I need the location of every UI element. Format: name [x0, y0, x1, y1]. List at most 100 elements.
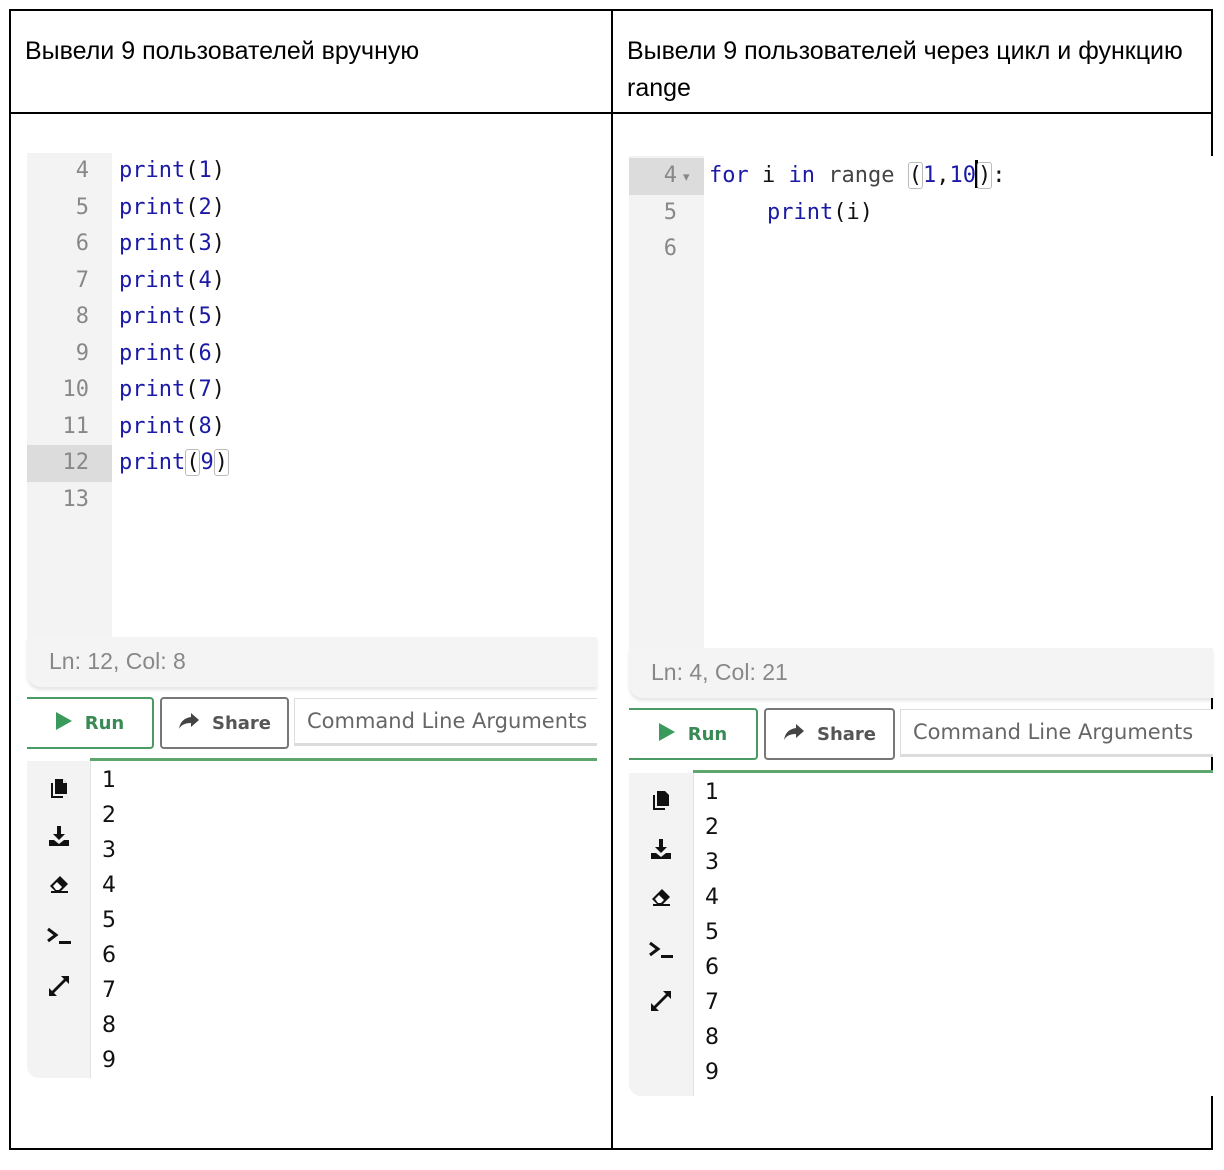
- eraser-icon[interactable]: [648, 884, 674, 910]
- code-line: 10 print(7): [27, 372, 597, 409]
- terminal-icon[interactable]: [46, 923, 72, 949]
- code-text: print(5): [119, 304, 225, 329]
- console-toolbar: [629, 773, 694, 1096]
- colon: :: [992, 163, 1006, 188]
- line-number: 5: [75, 194, 89, 220]
- copy-icon[interactable]: [46, 775, 72, 801]
- line-number: 13: [62, 486, 90, 512]
- code-text: print(i): [767, 199, 873, 225]
- function-arg: 1: [198, 158, 212, 183]
- expand-icon[interactable]: [648, 988, 674, 1014]
- output-line: 5: [705, 920, 719, 945]
- command-line-arguments-input[interactable]: Command Line Arguments: [294, 698, 597, 746]
- function-name: print: [119, 231, 186, 256]
- expand-icon[interactable]: [46, 973, 72, 999]
- left-output-console: 1 2 3 4 5 6 7 8 9: [27, 761, 597, 1078]
- function-arg: 6: [198, 340, 212, 366]
- function-name: print: [119, 304, 186, 329]
- code-text: print(6): [119, 340, 225, 366]
- output-line: 6: [102, 943, 116, 968]
- code-line: 5 print(2): [27, 190, 597, 227]
- line-number: 5: [663, 199, 677, 225]
- output-line: 9: [102, 1048, 116, 1073]
- line-number: 7: [75, 267, 89, 293]
- left-status-bar: Ln: 12, Col: 8: [27, 637, 597, 687]
- right-status-bar: Ln: 4, Col: 21: [629, 648, 1213, 698]
- share-icon: [783, 723, 805, 746]
- left-code-editor[interactable]: 4 print(1) 5 print(2) 6 print(3) 7 print(4) 8 pri…: [27, 153, 597, 637]
- fold-arrow-icon[interactable]: ▾: [683, 169, 690, 185]
- function-arg: 9: [200, 450, 214, 475]
- code-line: 6: [629, 231, 1213, 268]
- line-number: 11: [62, 413, 90, 439]
- builtin-range: range: [828, 163, 895, 188]
- line-number: 10: [62, 377, 90, 402]
- share-button[interactable]: Share: [160, 697, 289, 749]
- right-output-console: 1 2 3 4 5 6 7 8 9: [629, 773, 1213, 1096]
- command-line-arguments-input[interactable]: Command Line Arguments: [900, 709, 1213, 757]
- run-button[interactable]: Run: [27, 697, 154, 749]
- output-line: 8: [705, 1025, 719, 1050]
- output-line: 7: [102, 978, 116, 1003]
- terminal-icon[interactable]: [648, 937, 674, 963]
- run-label: Run: [84, 712, 125, 734]
- eraser-icon[interactable]: [46, 871, 72, 897]
- code-text: print(8): [119, 413, 225, 439]
- code-text: print(4): [119, 267, 225, 293]
- line-number: 4: [75, 158, 89, 183]
- run-label: Run: [687, 723, 728, 745]
- code-text: for i in range (1,10):: [709, 158, 1005, 194]
- play-icon: [658, 722, 676, 747]
- cursor-position: Ln: 12, Col: 8: [49, 648, 186, 674]
- function-name: print: [119, 413, 186, 439]
- code-line: 4 ▾ for i in range (1,10):: [629, 158, 1213, 195]
- share-button[interactable]: Share: [764, 708, 895, 760]
- line-number: 6: [75, 231, 89, 256]
- output-line: 3: [102, 838, 116, 863]
- run-button[interactable]: Run: [629, 708, 758, 760]
- bracket-match: (: [185, 449, 201, 476]
- download-icon[interactable]: [648, 836, 674, 862]
- function-name: print: [767, 199, 834, 225]
- code-line: 11 print(8): [27, 409, 597, 446]
- code-text: print(3): [119, 231, 225, 256]
- function-name: print: [119, 377, 186, 402]
- output-line: 4: [102, 873, 116, 898]
- bracket-match: (: [907, 162, 923, 189]
- loop-variable: i: [762, 163, 776, 188]
- code-line: 8 print(5): [27, 299, 597, 336]
- right-code-editor[interactable]: 4 ▾ for i in range (1,10): 5 print(i) 6: [629, 156, 1213, 648]
- download-icon[interactable]: [46, 823, 72, 849]
- output-line: 2: [102, 803, 116, 828]
- function-arg: 3: [198, 231, 212, 256]
- output-line: 4: [705, 885, 719, 910]
- line-number: 8: [75, 304, 89, 329]
- function-name: print: [119, 158, 186, 183]
- console-toolbar: [27, 761, 91, 1078]
- range-stop: 10: [949, 163, 976, 188]
- code-line: 13: [27, 482, 597, 519]
- output-line: 2: [705, 815, 719, 840]
- column-divider: [611, 11, 613, 1148]
- output-line: 8: [102, 1013, 116, 1038]
- function-arg: 8: [198, 413, 212, 439]
- function-arg: 7: [198, 377, 212, 402]
- share-icon: [178, 712, 200, 735]
- code-text: print(2): [119, 194, 225, 220]
- cursor-position: Ln: 4, Col: 21: [651, 659, 788, 685]
- right-column-header: Вывели 9 пользователей через цикл и функ…: [627, 37, 1183, 102]
- range-start: 1: [922, 163, 937, 188]
- code-text: print(9): [119, 445, 229, 481]
- keyword-in: in: [788, 163, 816, 188]
- bracket-match: ): [976, 162, 993, 189]
- output-line: 7: [705, 990, 719, 1015]
- output-line: 6: [705, 955, 719, 980]
- line-number: 4: [663, 163, 677, 188]
- code-line: 6 print(3): [27, 226, 597, 263]
- function-name: print: [119, 267, 186, 293]
- copy-icon[interactable]: [648, 787, 674, 813]
- play-icon: [55, 711, 73, 736]
- function-arg: 5: [198, 304, 212, 329]
- code-line: 4 print(1): [27, 153, 597, 190]
- code-line: 7 print(4): [27, 263, 597, 300]
